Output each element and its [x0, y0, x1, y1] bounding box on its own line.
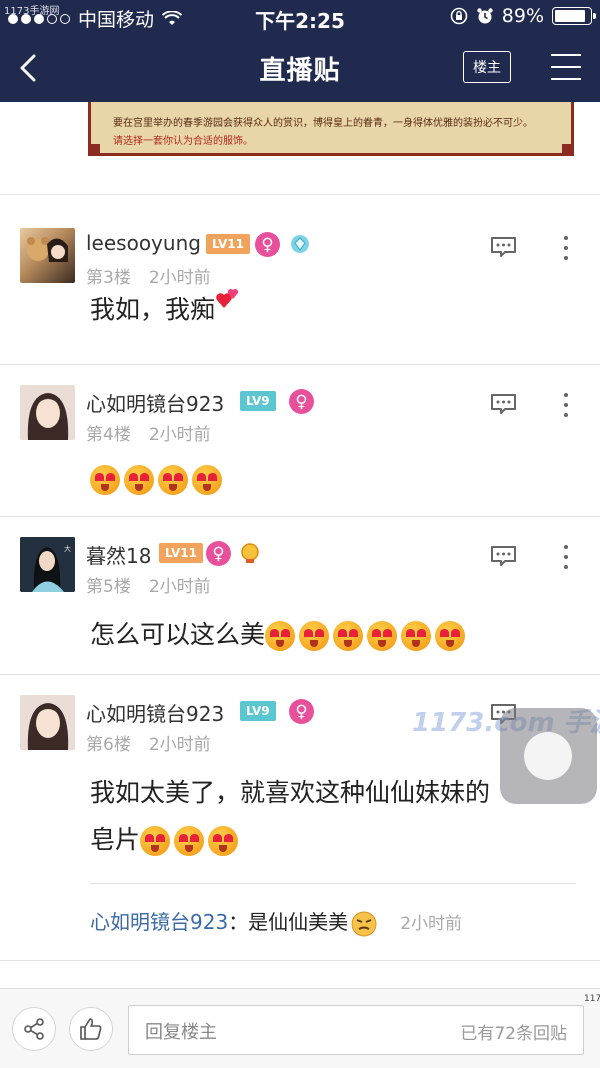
game-banner-image: 要在宫里举办的春季游园会获得众人的赏识，博得皇上的眷青，一身得体优雅的装扮必不可… [88, 102, 574, 156]
post-text-content: 皂片 [90, 825, 141, 854]
reply-count: 已有72条回贴 [460, 1024, 567, 1044]
more-options-icon[interactable] [564, 236, 570, 260]
comment-icon[interactable] [490, 236, 517, 258]
sub-reply-username[interactable]: 心如明镜台923 [90, 910, 228, 934]
post-meta: 第3楼 2小时前 [86, 263, 211, 288]
post-meta: 第5楼 2小时前 [86, 572, 211, 597]
gold-medal-icon [241, 543, 259, 563]
level-badge: LV9 [240, 701, 276, 721]
floor-number: 第3楼 [86, 268, 131, 288]
divider [0, 194, 600, 195]
thumbs-up-icon [80, 1018, 102, 1040]
love-eyes-emoji-icon [158, 465, 188, 495]
love-eyes-emoji-icon [124, 465, 154, 495]
post-text-content: 我如，我痴 [90, 295, 216, 324]
sub-reply-list: 心如明镜台923：是仙仙美美 2小时前 [90, 883, 576, 953]
love-eyes-emoji-icon [299, 621, 330, 651]
avatar[interactable] [20, 695, 75, 750]
love-eyes-emoji-icon [265, 621, 296, 651]
love-eyes-emoji-icon [140, 826, 171, 856]
love-eyes-emoji-icon [90, 465, 120, 495]
post-meta: 第6楼 2小时前 [86, 730, 211, 755]
sub-reply-text: ：是仙仙美美 [228, 910, 349, 934]
comment-icon[interactable] [490, 393, 517, 415]
post-time: 2小时前 [148, 268, 211, 288]
thread-content[interactable]: 要在宫里举办的春季游园会获得众人的赏识，博得皇上的眷青，一身得体优雅的装扮必不可… [0, 102, 600, 988]
diamond-medal-icon [291, 235, 309, 253]
post-time: 2小时前 [148, 425, 211, 445]
menu-icon[interactable] [551, 54, 581, 80]
love-eyes-emoji-icon [367, 621, 398, 651]
floating-assistive-button[interactable] [500, 708, 597, 804]
reply-input[interactable]: 回复楼主 已有72条回贴 [128, 1005, 584, 1055]
hearts-emoji-icon [216, 289, 239, 308]
floor-number: 第5楼 [86, 577, 131, 597]
love-eyes-emoji-icon [435, 621, 466, 651]
post-text: 我如，我痴 [90, 288, 241, 332]
female-gender-icon: ♀ [289, 699, 314, 724]
share-icon [24, 1018, 44, 1040]
username[interactable]: 心如明镜台923 [86, 698, 224, 727]
more-options-icon[interactable] [564, 545, 570, 569]
more-options-icon[interactable] [564, 393, 570, 417]
post-text-line2: 皂片 [90, 818, 242, 862]
battery-fill [555, 10, 586, 22]
smirk-emoji-icon [351, 911, 377, 936]
reply-input-placeholder: 回复楼主 [145, 1022, 217, 1043]
sub-reply[interactable]: 心如明镜台923：是仙仙美美 2小时前 [90, 906, 462, 938]
status-right: 89% [450, 5, 596, 27]
svg-text:大: 大 [64, 544, 71, 553]
avatar[interactable]: 大 [20, 537, 75, 592]
love-eyes-emoji-icon [208, 826, 239, 856]
status-bar: 1173手游网 中国移动 下午2:25 89% [0, 0, 600, 34]
post-text: 怎么可以这么美 [90, 613, 469, 657]
female-gender-icon: ♀ [255, 232, 280, 257]
floor-number: 第4楼 [86, 425, 131, 445]
level-badge: LV11 [206, 234, 250, 254]
avatar[interactable] [20, 385, 75, 440]
post-time: 2小时前 [148, 577, 211, 597]
female-gender-icon: ♀ [206, 541, 231, 566]
level-badge: LV9 [240, 391, 276, 411]
battery-percent: 89% [501, 5, 544, 27]
username[interactable]: 暮然18 [86, 540, 151, 569]
post-text-content: 怎么可以这么美 [90, 620, 266, 649]
love-eyes-emoji-icon [174, 826, 205, 856]
post-time: 2小时前 [148, 735, 211, 755]
screen: 1173手游网 中国移动 下午2:25 89% 直播贴 楼主 要在宫里举办的春季… [0, 0, 600, 1068]
username[interactable]: leesooyung [86, 231, 201, 255]
banner-text-line2: 请选择一套你认为合适的服饰。 [113, 136, 253, 147]
love-eyes-emoji-icon [401, 621, 432, 651]
rotation-lock-icon [450, 7, 468, 25]
username[interactable]: 心如明镜台923 [86, 388, 224, 417]
alarm-icon [477, 8, 493, 24]
level-badge: LV11 [159, 543, 203, 563]
nav-bar: 直播贴 楼主 [0, 34, 600, 102]
owner-only-button[interactable]: 楼主 [463, 51, 511, 83]
sub-reply-time: 2小时前 [400, 914, 463, 934]
post-text-line1: 我如太美了，就喜欢这种仙仙妹妹的 [90, 778, 491, 807]
female-gender-icon: ♀ [289, 389, 314, 414]
share-button[interactable] [12, 1007, 56, 1051]
edge-watermark: 117 [584, 994, 600, 1004]
banner-text-line1: 要在宫里举办的春季游园会获得众人的赏识，博得皇上的眷青，一身得体优雅的装扮必不可… [113, 118, 533, 129]
love-eyes-emoji-icon [333, 621, 364, 651]
bottom-bar: 回复楼主 已有72条回贴 [0, 988, 600, 1068]
like-button[interactable] [69, 1007, 113, 1051]
comment-icon[interactable] [490, 545, 517, 567]
avatar[interactable] [20, 228, 75, 283]
battery-icon [552, 7, 596, 25]
floor-number: 第6楼 [86, 735, 131, 755]
post-meta: 第4楼 2小时前 [86, 420, 211, 445]
post-text [90, 459, 226, 499]
love-eyes-emoji-icon [192, 465, 222, 495]
